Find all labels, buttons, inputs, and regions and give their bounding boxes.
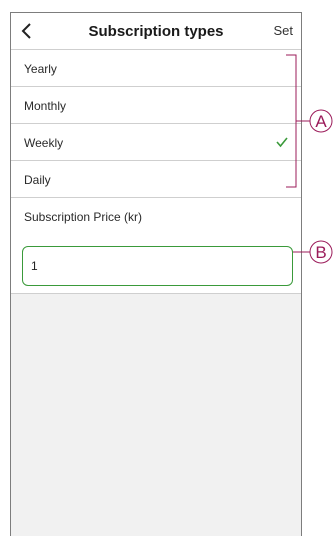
option-daily[interactable]: Daily	[11, 161, 301, 198]
price-section: Subscription Price (kr)	[11, 198, 301, 294]
price-label: Subscription Price (kr)	[24, 210, 143, 224]
phone-screen: Subscription types Set Yearly Monthly We…	[10, 12, 302, 536]
set-button[interactable]: Set	[273, 23, 293, 38]
price-input[interactable]	[22, 246, 293, 286]
option-label: Daily	[24, 173, 51, 187]
callout-label-b: B	[315, 243, 326, 262]
option-label: Monthly	[24, 99, 67, 113]
checkmark-icon	[276, 137, 288, 148]
option-label: Weekly	[24, 136, 64, 150]
callout-label-a: A	[315, 112, 327, 131]
option-label: Yearly	[24, 62, 57, 76]
option-yearly[interactable]: Yearly	[11, 50, 301, 87]
page-title: Subscription types	[88, 23, 224, 40]
header-bar: Subscription types Set	[11, 13, 301, 50]
option-monthly[interactable]: Monthly	[11, 87, 301, 124]
subscription-type-list: Yearly Monthly Weekly Daily	[11, 50, 301, 198]
option-weekly[interactable]: Weekly	[11, 124, 301, 161]
